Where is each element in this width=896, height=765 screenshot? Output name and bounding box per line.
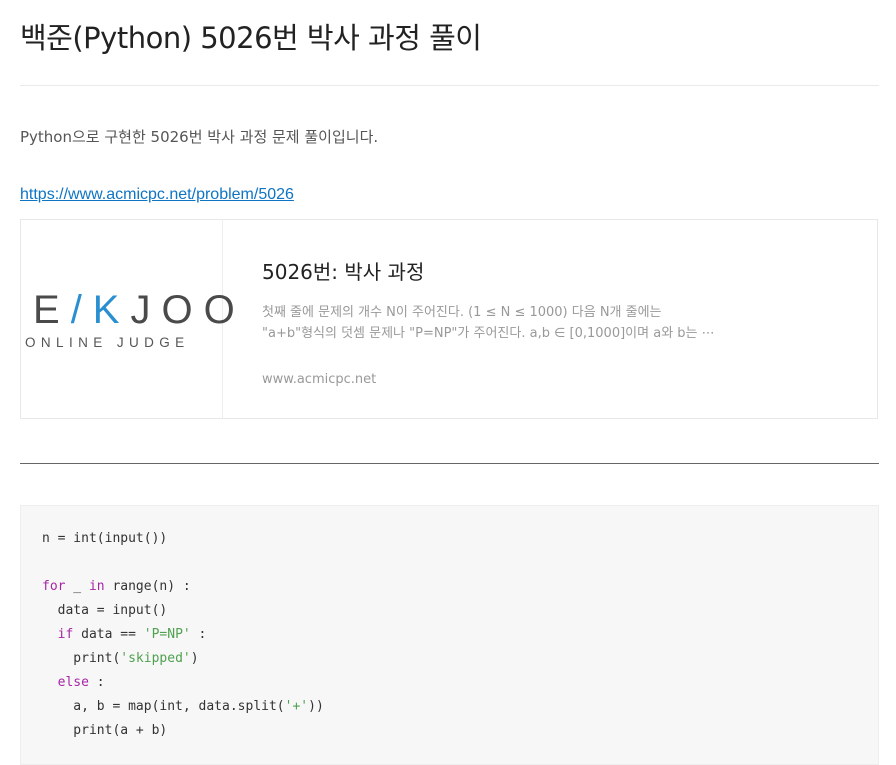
- link-preview-title: 5026번: 박사 과정: [262, 260, 425, 284]
- code-line: a, b = map(int, data.split('+')): [42, 699, 324, 714]
- logo-wordmark: E/KJOO: [33, 288, 246, 332]
- code-line: print(a + b): [42, 723, 168, 738]
- code-line: else :: [57, 675, 105, 690]
- problem-link[interactable]: https://www.acmicpc.net/problem/5026: [20, 184, 294, 206]
- link-preview-description: 첫째 줄에 문제의 개수 N이 주어진다. (1 ≤ N ≤ 1000) 다음 …: [262, 305, 715, 341]
- baekjoon-logo: E/KJOO ONLINE JUDGE: [21, 220, 235, 418]
- link-preview-body: 5026번: 박사 과정 첫째 줄에 문제의 개수 N이 주어진다. (1 ≤ …: [262, 258, 852, 389]
- code-line: for _ in range(n) :: [42, 579, 191, 594]
- link-preview-domain: www.acmicpc.net: [262, 372, 377, 387]
- link-preview-card[interactable]: E/KJOO ONLINE JUDGE 5026번: 박사 과정 첫째 줄에 문…: [20, 219, 878, 419]
- post-title: 백준(Python) 5026번 박사 과정 풀이: [20, 21, 482, 55]
- title-divider: [20, 85, 879, 86]
- section-divider: [20, 463, 879, 464]
- code-line: print('skipped'): [42, 651, 199, 666]
- code-content: n = int(input()) for _ in range(n) : data…: [21, 506, 878, 743]
- code-line: n = int(input()): [42, 531, 168, 546]
- code-line: if data == 'P=NP' :: [57, 627, 207, 642]
- logo-subtext: ONLINE JUDGE: [25, 335, 190, 350]
- code-line: data = input(): [42, 603, 168, 618]
- code-block: n = int(input()) for _ in range(n) : data…: [20, 505, 879, 765]
- intro-text: Python으로 구현한 5026번 박사 과정 문제 풀이입니다.: [20, 128, 379, 146]
